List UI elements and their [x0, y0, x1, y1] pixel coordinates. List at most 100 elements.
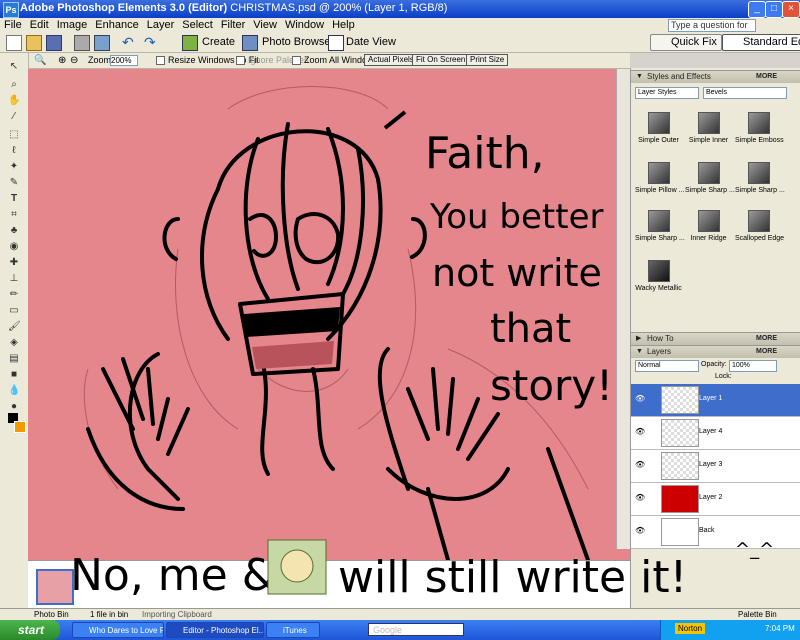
date-view-button[interactable]: Date View	[346, 36, 396, 48]
eye-icon[interactable]: 👁	[635, 460, 645, 469]
task-browser[interactable]: Who Dares to Love F...	[72, 622, 164, 638]
close-button[interactable]: ×	[782, 1, 800, 18]
layers-header[interactable]: ▼ Layers MORE	[631, 345, 800, 358]
style-simple-outer[interactable]: Simple Outer	[635, 106, 682, 154]
blur-icon[interactable]: 💧	[8, 385, 20, 397]
photo-browser-button[interactable]: Photo Browser	[262, 36, 334, 48]
print-size-button[interactable]: Print Size	[466, 54, 509, 66]
shape-tool-icon[interactable]: ■	[8, 369, 20, 381]
print-icon[interactable]	[74, 35, 90, 51]
create-button[interactable]: Create	[202, 36, 235, 48]
style-simple-emboss[interactable]: Simple Emboss	[735, 106, 784, 154]
menu-help[interactable]: Help	[328, 18, 359, 32]
vertical-scrollbar[interactable]	[616, 69, 631, 549]
menu-filter[interactable]: Filter	[217, 18, 249, 32]
menu-file[interactable]: File	[0, 18, 26, 32]
menu-image[interactable]: Image	[53, 18, 92, 32]
ignore-palettes-checkbox[interactable]	[236, 56, 245, 66]
opacity-field[interactable]: 100%	[729, 360, 777, 372]
layer-row[interactable]: 👁 Layer 3	[631, 450, 800, 483]
marquee-icon[interactable]: ⬚	[8, 129, 20, 141]
crop-icon[interactable]: ⌗	[8, 209, 20, 221]
style-simple-sharp-2[interactable]: Simple Sharp ...	[735, 156, 785, 204]
style-simple-sharp-1[interactable]: Simple Sharp ...	[685, 156, 735, 204]
eyedropper-icon[interactable]: ⁄	[8, 111, 20, 123]
zoom-all-checkbox[interactable]	[292, 56, 301, 66]
how-to-header[interactable]: ▶ How To MORE	[631, 332, 800, 345]
photo-bin-label[interactable]: Photo Bin	[34, 610, 69, 619]
styles-more-button[interactable]: MORE	[756, 71, 777, 83]
healing-brush-icon[interactable]: ✚	[8, 257, 20, 269]
photo-browser-icon[interactable]	[242, 35, 258, 51]
layer-row[interactable]: 👁 Back	[631, 516, 800, 549]
eye-icon[interactable]: 👁	[635, 394, 645, 403]
palette-bin-label[interactable]: Palette Bin	[738, 610, 777, 619]
expand-triangle-icon[interactable]: ▶	[636, 333, 641, 345]
task-photoshop[interactable]: Editor - Photoshop El...	[166, 622, 264, 638]
gradient-icon[interactable]: ▤	[8, 353, 20, 365]
howto-more-button[interactable]: MORE	[756, 333, 777, 345]
redo-icon[interactable]: ↷	[144, 35, 158, 49]
style-simple-inner[interactable]: Simple Inner	[685, 106, 732, 154]
standard-edit-button[interactable]: Standard Edit	[722, 34, 800, 51]
blend-mode-select[interactable]: Normal	[635, 360, 699, 372]
task-itunes[interactable]: iTunes	[266, 622, 320, 638]
calendar-icon[interactable]	[328, 35, 344, 51]
quick-fix-button[interactable]: Quick Fix	[650, 34, 722, 51]
style-scalloped-edge[interactable]: Scalloped Edge	[735, 204, 784, 252]
eye-icon[interactable]: 👁	[635, 493, 645, 502]
brush-icon[interactable]: 🖌	[8, 321, 21, 333]
menu-enhance[interactable]: Enhance	[91, 18, 142, 32]
move-tool-icon[interactable]: ↖	[8, 61, 20, 73]
magic-wand-icon[interactable]: ✦	[8, 161, 20, 173]
collapse-triangle-icon[interactable]: ▼	[636, 71, 643, 83]
menu-layer[interactable]: Layer	[143, 18, 179, 32]
minimize-button[interactable]: _	[748, 1, 766, 18]
open-folder-icon[interactable]	[26, 35, 42, 51]
selection-brush-icon[interactable]: ✎	[8, 177, 20, 189]
eye-icon[interactable]: 👁	[635, 526, 645, 535]
clone-stamp-icon[interactable]: ⊥	[8, 273, 20, 285]
style-inner-ridge[interactable]: Inner Ridge	[685, 204, 732, 252]
zoom-tool-icon[interactable]: ⌕	[8, 79, 20, 91]
collapse-triangle-icon[interactable]: ▼	[636, 346, 643, 358]
email-icon[interactable]	[94, 35, 110, 51]
new-file-icon[interactable]	[6, 35, 22, 51]
style-simple-sharp-3[interactable]: Simple Sharp ...	[635, 204, 685, 252]
type-tool-icon[interactable]: T	[8, 193, 20, 205]
fit-on-screen-button[interactable]: Fit On Screen	[412, 54, 470, 66]
actual-pixels-button[interactable]: Actual Pixels	[364, 54, 418, 66]
menu-window[interactable]: Window	[281, 18, 328, 32]
sponge-icon[interactable]: ●	[8, 401, 20, 413]
resize-windows-checkbox[interactable]	[156, 56, 165, 66]
style-wacky-metallic[interactable]: Wacky Metallic	[635, 254, 682, 302]
bin-thumbnail[interactable]	[36, 569, 74, 605]
layer-row[interactable]: 👁 Layer 2	[631, 483, 800, 516]
eraser-icon[interactable]: ▭	[8, 305, 20, 317]
menu-select[interactable]: Select	[178, 18, 217, 32]
start-button[interactable]: start	[0, 620, 60, 640]
zoom-in-icon[interactable]: ⊕	[58, 55, 66, 66]
styles-effects-header[interactable]: ▼ Styles and Effects MORE	[631, 70, 800, 83]
document-canvas[interactable]	[28, 69, 630, 560]
layer-row[interactable]: 👁 Layer 4	[631, 417, 800, 450]
search-box[interactable]: Google	[368, 623, 464, 636]
zoom-out-icon[interactable]: ⊖	[70, 55, 78, 66]
help-search-input[interactable]: Type a question for help	[668, 19, 756, 41]
style-category-select[interactable]: Layer Styles	[635, 87, 699, 99]
save-icon[interactable]	[46, 35, 62, 51]
menu-edit[interactable]: Edit	[26, 18, 53, 32]
background-color-swatch[interactable]	[14, 421, 26, 433]
eye-icon[interactable]: 👁	[635, 427, 645, 436]
style-subcategory-select[interactable]: Bevels	[703, 87, 787, 99]
layer-row[interactable]: 👁 Layer 1	[631, 384, 800, 417]
zoom-field[interactable]: 200%	[110, 55, 138, 67]
cookie-cutter-icon[interactable]: ♣	[8, 225, 20, 237]
paint-bucket-icon[interactable]: ◈	[8, 337, 20, 349]
hand-tool-icon[interactable]: ✋	[8, 95, 20, 107]
create-icon[interactable]	[182, 35, 198, 51]
pencil-icon[interactable]: ✏	[8, 289, 20, 301]
layers-more-button[interactable]: MORE	[756, 346, 777, 358]
style-simple-pillow[interactable]: Simple Pillow ...	[635, 156, 684, 204]
undo-icon[interactable]: ↶	[122, 35, 136, 49]
